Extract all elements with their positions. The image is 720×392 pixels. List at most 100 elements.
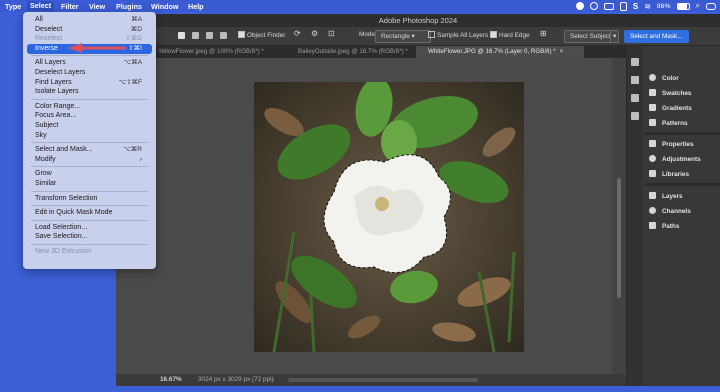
scroll-thumb[interactable] [617, 178, 621, 298]
panel-gradients[interactable]: Gradients [649, 104, 692, 114]
panel-layers[interactable]: Layers [649, 192, 683, 202]
subtract-selection-icon[interactable] [206, 32, 213, 39]
menu-item-all-layers[interactable]: All Layers ⌥⌘A [23, 58, 156, 68]
battery-icon[interactable] [676, 2, 690, 10]
battery-percent: 86% [656, 2, 671, 10]
menu-bar: Type Select Filter View Plugins Window H… [0, 0, 720, 12]
menu-item-color-range[interactable]: Color Range... [23, 102, 156, 112]
menu-item-deselect-layers[interactable]: Deselect Layers [23, 68, 156, 78]
tab-baileyoutside[interactable]: BaileyOutside.jpeg @ 16.7% (RGB/8*) * [286, 46, 416, 58]
menu-item-label: All Layers [35, 59, 66, 67]
refresh-icon[interactable]: ⟳ [294, 29, 301, 38]
menu-item-label: Sky [35, 131, 47, 139]
menu-item-sky[interactable]: Sky [23, 131, 156, 141]
record-icon[interactable] [589, 2, 598, 10]
channels-icon [649, 207, 656, 214]
menu-separator [31, 142, 148, 144]
panel-swatches[interactable]: Swatches [649, 89, 691, 99]
menu-item-deselect[interactable]: Deselect ⌘D [23, 25, 156, 35]
menu-item-transform-selection[interactable]: Transform Selection [23, 194, 156, 204]
menu-item-shortcut: ⌥⌘A [123, 59, 142, 67]
zoom-level[interactable]: 16.67% [160, 376, 182, 383]
menu-item-load-selection[interactable]: Load Selection... [23, 223, 156, 233]
visibility-icon[interactable]: ⊡ [328, 29, 335, 38]
menu-item-edit-in-quick-mask-mode[interactable]: Edit in Quick Mask Mode [23, 208, 156, 218]
menu-item-similar[interactable]: Similar [23, 179, 156, 189]
menu-item-grow[interactable]: Grow [23, 169, 156, 179]
menu-item-find-layers[interactable]: Find Layers ⌥⇧⌘F [23, 78, 156, 88]
select-subject-dropdown[interactable]: ▾ [610, 30, 620, 43]
menu-item-all[interactable]: All ⌘A [23, 15, 156, 25]
document-tabs: YellowFlower.jpeg @ 100% (RGB/8*) * Bail… [116, 46, 626, 58]
status-bar: 16.67% 3024 px x 3029 px (72 ppi) › [116, 374, 626, 386]
menu-item-label: Grow [35, 170, 52, 178]
wifi-icon[interactable]: ≋ [644, 2, 651, 11]
menu-item-subject[interactable]: Subject [23, 121, 156, 131]
screen-icon[interactable] [603, 2, 614, 10]
brush-icon[interactable]: ⊞ [540, 29, 547, 38]
menu-item-label: Isolate Layers [35, 88, 79, 96]
flower-image[interactable] [254, 82, 524, 352]
window-title: Adobe Photoshop 2024 [116, 14, 720, 27]
hard-edge-checkbox[interactable]: Hard Edge [490, 31, 530, 39]
menu-type[interactable]: Type [5, 2, 21, 11]
menu-view[interactable]: View [89, 2, 105, 11]
sample-all-layers-checkbox[interactable]: Sample All Layers [428, 31, 488, 39]
add-selection-icon[interactable] [192, 32, 199, 39]
intersect-selection-icon[interactable] [220, 32, 227, 39]
menu-item-isolate-layers[interactable]: Isolate Layers [23, 87, 156, 97]
menu-help[interactable]: Help [188, 2, 204, 11]
libraries-icon[interactable] [631, 76, 639, 84]
menu-item-label: New 3D Extrusion [35, 248, 92, 255]
vertical-scrollbar[interactable] [612, 58, 626, 374]
panel-libraries[interactable]: Libraries [649, 170, 689, 180]
status-area: S ≋ 86% ⌕ [575, 1, 716, 11]
menu-item-modify[interactable]: Modify › [23, 155, 156, 165]
select-and-mask-button[interactable]: Select and Mask... [624, 30, 689, 43]
menu-separator [31, 205, 148, 207]
tab-whiteflower[interactable]: WhiteFlower.JPG @ 16.7% (Layer 0, RGB/8)… [416, 46, 584, 58]
chevron-right-icon[interactable]: › [272, 377, 274, 384]
hard-edge-label: Hard Edge [499, 32, 530, 39]
panel-color[interactable]: Color [649, 74, 679, 84]
horizontal-scrollbar[interactable] [288, 378, 478, 382]
control-center-icon[interactable] [706, 2, 716, 10]
menu-plugins[interactable]: Plugins [116, 2, 142, 11]
menu-window[interactable]: Window [151, 2, 178, 11]
canvas-area[interactable] [116, 58, 612, 374]
menu-item-label: Similar [35, 180, 57, 187]
s-icon[interactable]: S [633, 2, 638, 11]
menu-item-label: Transform Selection [35, 194, 98, 202]
panel-patterns[interactable]: Patterns [649, 119, 688, 129]
menu-item-select-and-mask[interactable]: Select and Mask... ⌥⌘R [23, 145, 156, 155]
menu-item-label: Reselect [35, 35, 63, 43]
menu-item-label: Deselect [35, 25, 63, 33]
menu-item-focus-area[interactable]: Focus Area... [23, 111, 156, 121]
panel-channels[interactable]: Channels [649, 207, 691, 217]
panel-paths[interactable]: Paths [649, 222, 679, 232]
new-selection-icon[interactable] [178, 32, 185, 39]
menu-item-label: Subject [35, 122, 59, 129]
teams-icon[interactable] [575, 2, 584, 10]
search-icon[interactable]: ⌕ [696, 1, 700, 11]
select-subject-button[interactable]: Select Subject [564, 30, 617, 43]
object-finder-checkbox[interactable]: Object Finder [238, 31, 285, 39]
menu-filter[interactable]: Filter [61, 2, 79, 11]
tab-yellowflower[interactable]: YellowFlower.jpeg @ 100% (RGB/8*) * [146, 46, 286, 58]
gear-icon[interactable]: ⚙ [311, 29, 318, 38]
close-icon[interactable]: × [560, 48, 564, 55]
menu-item-label: Color Range... [35, 102, 81, 110]
info-icon[interactable] [631, 94, 639, 102]
menu-separator [31, 98, 148, 100]
menu-select[interactable]: Select [27, 1, 55, 11]
clipboard-icon[interactable] [619, 1, 627, 11]
menu-item-save-selection[interactable]: Save Selection... [23, 232, 156, 242]
mode-select[interactable]: Rectangle ▾ [375, 30, 431, 43]
menu-item-shortcut: ⌥⌘R [123, 146, 142, 154]
arrow-annotation-icon [68, 43, 126, 53]
panel-properties[interactable]: Properties [649, 140, 694, 150]
comments-icon[interactable] [631, 112, 639, 120]
history-icon[interactable] [631, 58, 639, 66]
paths-icon [649, 222, 656, 229]
panel-adjustments[interactable]: Adjustments [649, 155, 701, 165]
